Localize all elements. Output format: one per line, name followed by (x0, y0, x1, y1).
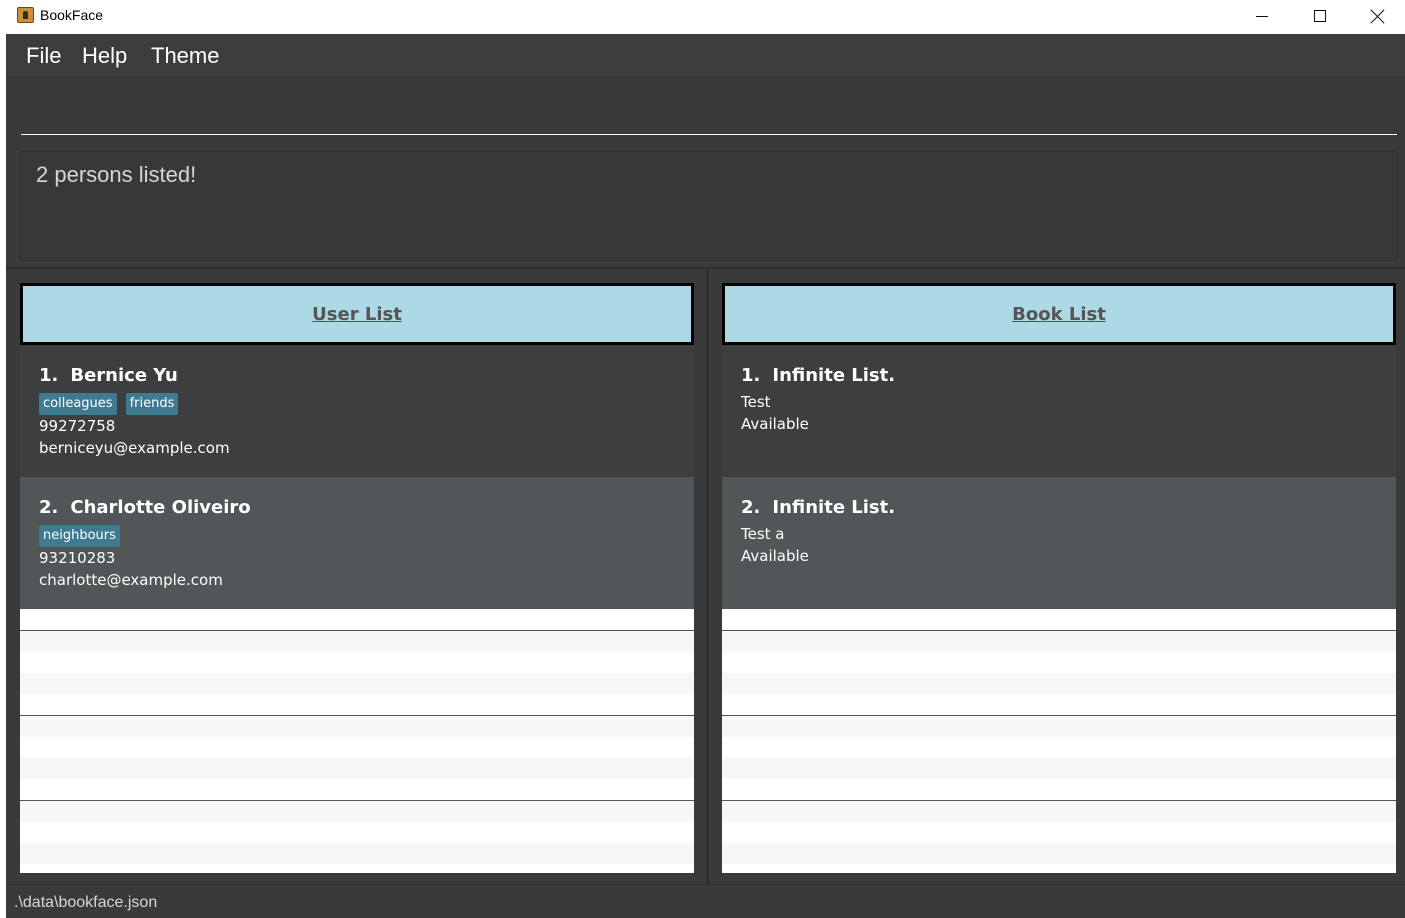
user-list-empty-area (20, 609, 694, 873)
user-name: Charlotte Oliveiro (70, 497, 251, 518)
status-bar: .\data\bookface.json (6, 884, 1405, 918)
book-title-row: 2. Infinite List. (741, 497, 1396, 523)
user-list-header[interactable]: User List (20, 283, 694, 345)
user-name-row: 2. Charlotte Oliveiro (39, 497, 694, 523)
close-icon (1371, 9, 1385, 23)
book-list-title: Book List (1012, 303, 1106, 325)
save-location: .\data\bookface.json (14, 894, 158, 911)
user-card[interactable]: 2. Charlotte Oliveiro neighbours 93210283… (20, 477, 694, 609)
book-list-panel: Book List 1. Infinite List. Test Availabl… (722, 283, 1396, 873)
result-display: 2 persons listed! (20, 151, 1398, 261)
user-email: berniceyu@example.com (39, 439, 230, 457)
book-status: Available (741, 415, 809, 433)
user-name-row: 1. Bernice Yu (39, 365, 694, 391)
split-pane-divider[interactable] (706, 269, 709, 884)
user-tags: neighbours (39, 525, 694, 547)
result-message: 2 persons listed! (36, 162, 197, 187)
book-title: Infinite List. (772, 365, 896, 386)
menu-help[interactable]: Help (82, 43, 127, 69)
command-input[interactable] (21, 79, 1397, 135)
book-card[interactable]: 2. Infinite List. Test a Available (722, 477, 1396, 609)
user-name: Bernice Yu (70, 365, 178, 386)
maximize-button[interactable] (1291, 0, 1349, 32)
user-list-panel: User List 1. Bernice Yu colleagues friend… (20, 283, 694, 873)
book-index: 1. (741, 365, 761, 386)
user-index: 2. (39, 497, 59, 518)
book-detail: Test a (741, 525, 785, 543)
tag-label: colleagues (39, 393, 117, 415)
book-index: 2. (741, 497, 761, 518)
minimize-button[interactable] (1233, 0, 1291, 32)
user-card[interactable]: 1. Bernice Yu colleagues friends 99272758… (20, 345, 694, 477)
book-status: Available (741, 547, 809, 565)
user-tags: colleagues friends (39, 393, 694, 415)
menu-file[interactable]: File (26, 43, 61, 69)
title-bar: BookFace (0, 0, 1405, 34)
window-title: BookFace (40, 7, 104, 23)
book-detail: Test (741, 393, 771, 411)
user-phone: 99272758 (39, 417, 116, 435)
tag-label: neighbours (39, 525, 120, 547)
user-index: 1. (39, 365, 59, 386)
user-phone: 93210283 (39, 549, 116, 567)
tag-label: friends (125, 393, 179, 415)
menu-theme[interactable]: Theme (151, 43, 219, 69)
user-email: charlotte@example.com (39, 571, 223, 589)
book-list-empty-area (722, 609, 1396, 873)
book-list-header[interactable]: Book List (722, 283, 1396, 345)
command-box (6, 79, 1405, 144)
maximize-icon (1314, 10, 1326, 22)
book-card[interactable]: 1. Infinite List. Test Available (722, 345, 1396, 477)
app-window: File Help Theme 2 persons listed! User L… (6, 34, 1405, 918)
bookface-app-icon (17, 7, 34, 23)
user-list-title: User List (312, 303, 402, 325)
menu-bar: File Help Theme (6, 34, 1405, 78)
book-title: Infinite List. (772, 497, 896, 518)
minimize-icon (1256, 15, 1268, 17)
close-button[interactable] (1349, 0, 1405, 32)
book-title-row: 1. Infinite List. (741, 365, 1396, 391)
